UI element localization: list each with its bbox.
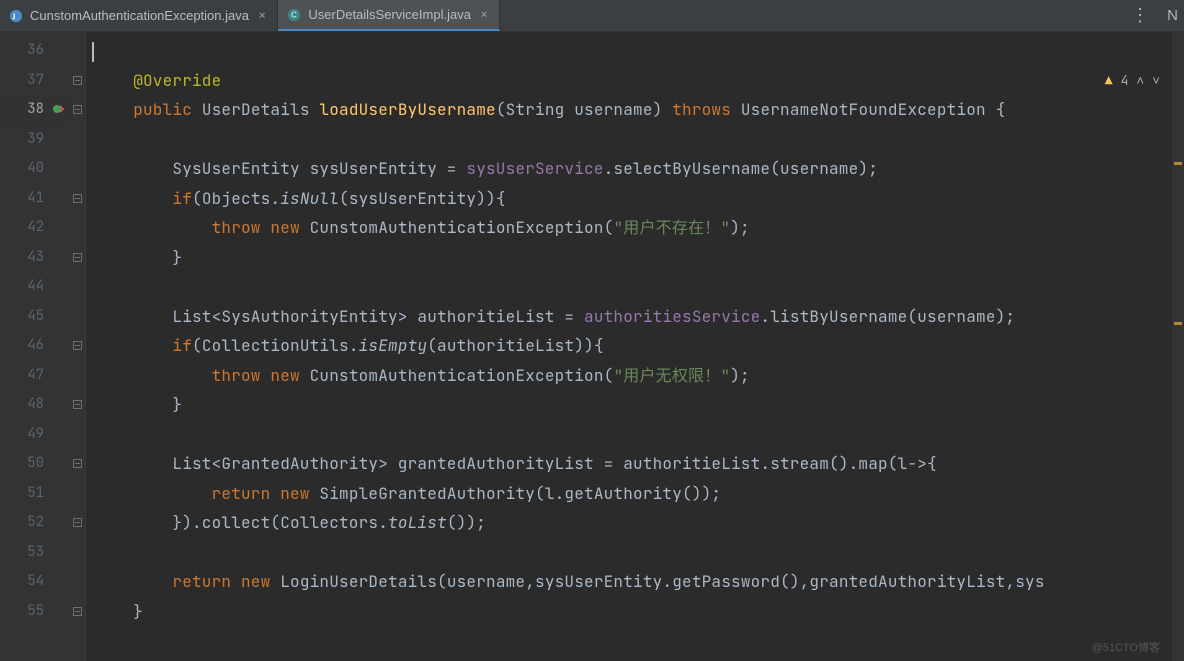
fold-guide xyxy=(70,420,85,450)
code-line[interactable]: List<GrantedAuthority> grantedAuthorityL… xyxy=(94,449,1184,479)
fold-open-icon[interactable] xyxy=(70,66,85,96)
fold-open-icon[interactable] xyxy=(70,331,85,361)
editor-tab-0[interactable]: CunstomAuthenticationException.java × xyxy=(0,0,278,31)
fold-guide xyxy=(70,567,85,597)
gutter-line[interactable]: 46 xyxy=(0,331,70,361)
chevron-down-icon[interactable]: ˅ xyxy=(1152,72,1160,89)
fold-close-icon[interactable] xyxy=(70,508,85,538)
gutter-line[interactable]: 45 xyxy=(0,302,70,332)
tab-label: CunstomAuthenticationException.java xyxy=(30,8,249,23)
gutter-line[interactable]: 47 xyxy=(0,361,70,391)
gutter-line[interactable]: 51 xyxy=(0,479,70,509)
kebab-menu-icon[interactable]: ⋮ xyxy=(1119,4,1161,27)
gutter-line[interactable]: 52 xyxy=(0,508,70,538)
gutter-line[interactable]: 39 xyxy=(0,125,70,155)
fold-open-icon[interactable] xyxy=(70,449,85,479)
gutter-line[interactable]: 44 xyxy=(0,272,70,302)
right-panel-letter[interactable]: N xyxy=(1161,7,1184,24)
fold-guide xyxy=(70,154,85,184)
code-line[interactable]: } xyxy=(94,243,1184,273)
code-line[interactable]: public UserDetails loadUserByUsername(St… xyxy=(94,95,1184,125)
code-line[interactable] xyxy=(94,272,1184,302)
fold-guide xyxy=(70,272,85,302)
gutter-line[interactable]: 54 xyxy=(0,567,70,597)
gutter-line[interactable]: 41 xyxy=(0,184,70,214)
editor-tabs-bar: CunstomAuthenticationException.java × C … xyxy=(0,0,1184,32)
stripe-warning[interactable] xyxy=(1174,322,1182,325)
gutter-line[interactable]: 38 xyxy=(0,95,70,125)
code-line[interactable]: } xyxy=(94,597,1184,627)
code-line[interactable] xyxy=(94,125,1184,155)
fold-close-icon[interactable] xyxy=(70,390,85,420)
code-line[interactable] xyxy=(94,420,1184,450)
gutter-line[interactable]: 42 xyxy=(0,213,70,243)
fold-guide xyxy=(70,36,85,66)
fold-guide xyxy=(70,302,85,332)
gutter[interactable]: 3637383940414243444546474849505152535455 xyxy=(0,32,70,661)
gutter-line[interactable]: 53 xyxy=(0,538,70,568)
error-stripe[interactable] xyxy=(1172,32,1184,661)
code-line[interactable] xyxy=(94,538,1184,568)
close-icon[interactable]: × xyxy=(477,6,491,24)
code-line[interactable]: throw new CunstomAuthenticationException… xyxy=(94,213,1184,243)
code-line[interactable]: throw new CunstomAuthenticationException… xyxy=(94,361,1184,391)
chevron-up-icon[interactable]: ˄ xyxy=(1136,72,1144,89)
fold-guide xyxy=(70,479,85,509)
code-line[interactable]: } xyxy=(94,390,1184,420)
code-line[interactable]: return new LoginUserDetails(username,sys… xyxy=(94,567,1184,597)
code-line[interactable]: if(CollectionUtils.isEmpty(authoritieLis… xyxy=(94,331,1184,361)
gutter-line[interactable]: 49 xyxy=(0,420,70,450)
warning-count: 4 xyxy=(1121,72,1129,89)
code-area[interactable]: @Override public UserDetails loadUserByU… xyxy=(86,32,1184,661)
code-line[interactable] xyxy=(94,36,1184,66)
gutter-line[interactable]: 36 xyxy=(0,36,70,66)
close-icon[interactable]: × xyxy=(255,7,269,25)
code-line[interactable]: if(Objects.isNull(sysUserEntity)){ xyxy=(94,184,1184,214)
code-line[interactable]: }).collect(Collectors.toList()); xyxy=(94,508,1184,538)
fold-close-icon[interactable] xyxy=(70,243,85,273)
fold-close-icon[interactable] xyxy=(70,597,85,627)
warning-icon: ▲ xyxy=(1105,72,1113,89)
editor-area: 3637383940414243444546474849505152535455… xyxy=(0,32,1184,661)
code-line[interactable]: List<SysAuthorityEntity> authoritieList … xyxy=(94,302,1184,332)
fold-guide xyxy=(70,538,85,568)
code-line[interactable]: SysUserEntity sysUserEntity = sysUserSer… xyxy=(94,154,1184,184)
fold-guide xyxy=(70,213,85,243)
file-class-icon: C xyxy=(286,7,302,23)
fold-open-icon[interactable] xyxy=(70,184,85,214)
inspections-widget[interactable]: ▲ 4 ˄ ˅ xyxy=(1099,70,1166,91)
gutter-line[interactable]: 40 xyxy=(0,154,70,184)
code-line[interactable]: @Override xyxy=(94,66,1184,96)
override-gutter-icon[interactable] xyxy=(50,101,66,117)
fold-open-icon[interactable] xyxy=(70,95,85,125)
gutter-line[interactable]: 55 xyxy=(0,597,70,627)
watermark-text: @51CTO博客 xyxy=(1092,639,1160,655)
editor-tab-1[interactable]: C UserDetailsServiceImpl.java × xyxy=(278,0,500,31)
tab-label: UserDetailsServiceImpl.java xyxy=(308,7,471,22)
fold-column[interactable] xyxy=(70,32,86,661)
fold-guide xyxy=(70,125,85,155)
gutter-line[interactable]: 50 xyxy=(0,449,70,479)
gutter-line[interactable]: 37 xyxy=(0,66,70,96)
stripe-warning[interactable] xyxy=(1174,162,1182,165)
fold-guide xyxy=(70,361,85,391)
file-java-icon xyxy=(8,8,24,24)
svg-text:C: C xyxy=(292,10,298,19)
gutter-line[interactable]: 48 xyxy=(0,390,70,420)
code-line[interactable]: return new SimpleGrantedAuthority(l.getA… xyxy=(94,479,1184,509)
gutter-line[interactable]: 43 xyxy=(0,243,70,273)
